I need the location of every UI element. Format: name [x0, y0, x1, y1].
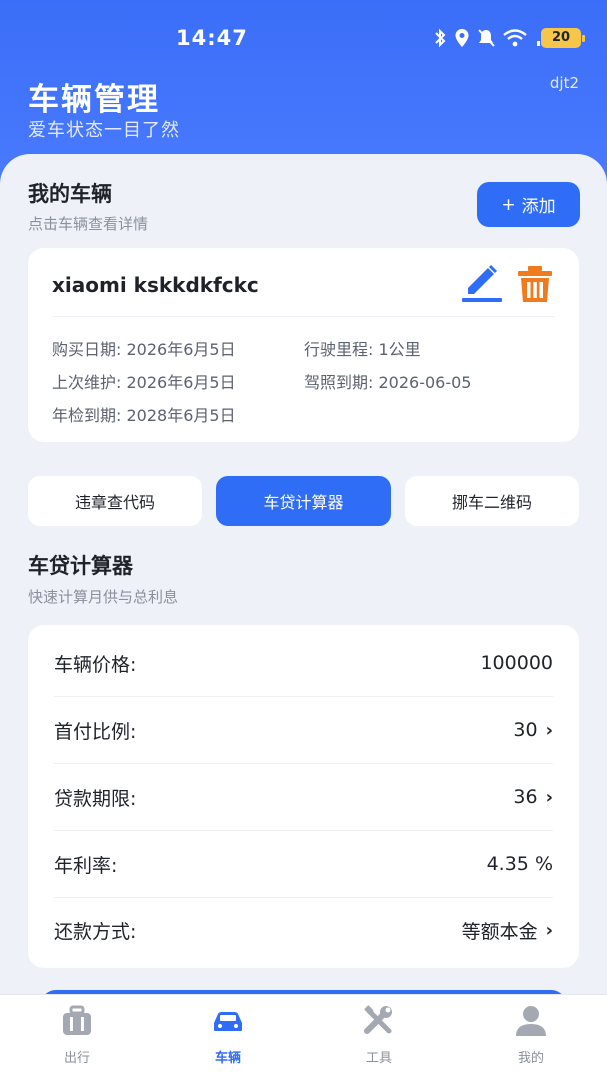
price-value: 100000: [480, 652, 553, 674]
tool-tabs: 违章查代码 车贷计算器 挪车二维码: [28, 476, 579, 526]
tools-icon: [364, 1005, 392, 1034]
wifi-icon: [503, 29, 527, 47]
mute-icon: [478, 29, 495, 47]
vehicle-name: xiaomi kskkdkfckc: [52, 273, 259, 297]
chevron-right-icon: ›: [545, 920, 553, 941]
car-icon: [214, 1012, 242, 1031]
username-label: djt2: [549, 74, 579, 92]
loan-calculator-form: 车辆价格: 100000 首付比例: 30 › 贷款期限: 36 › 年利率: 4.…: [28, 625, 579, 968]
chevron-right-icon: ›: [545, 719, 553, 741]
loan-term-value: 36: [513, 786, 538, 808]
interest-rate-row[interactable]: 年利率: 4.35 %: [54, 831, 553, 898]
down-payment-label: 首付比例:: [54, 720, 137, 743]
location-icon: [455, 29, 469, 47]
license-row: 驾照到期: 2026-06-05: [304, 369, 471, 393]
bottom-nav: 出行 车辆 工具 我的: [0, 994, 607, 1080]
bluetooth-icon: [435, 28, 446, 48]
calculator-title: 车贷计算器: [28, 554, 133, 578]
nav-vehicle[interactable]: 车辆: [178, 1003, 278, 1069]
trash-icon[interactable]: [516, 264, 554, 304]
inspection-value: 2028年6月5日: [126, 406, 236, 425]
chevron-right-icon: ›: [545, 786, 553, 808]
nav-travel-label: 出行: [63, 1051, 90, 1066]
price-label: 车辆价格:: [54, 653, 137, 676]
inspection-label: 年检到期:: [52, 406, 122, 425]
interest-rate-value: 4.35 %: [486, 853, 553, 875]
nav-profile[interactable]: 我的: [481, 1003, 581, 1069]
page-title: 车辆管理: [28, 82, 160, 118]
repayment-method-label: 还款方式:: [54, 921, 137, 943]
status-icons: [433, 28, 557, 48]
purchase-date-row: 购买日期: 2026年6月5日: [52, 336, 236, 360]
loan-term-row[interactable]: 贷款期限: 36 ›: [54, 764, 553, 831]
vehicle-card[interactable]: xiaomi kskkdkfckc 购买日期: 2026年6月5日 行驶里程: …: [28, 248, 579, 442]
repayment-method-value: 等额本金: [461, 921, 538, 943]
my-vehicles-subtitle: 点击车辆查看详情: [28, 215, 149, 233]
add-vehicle-button[interactable]: + 添加: [477, 182, 580, 227]
maintenance-label: 上次维护:: [52, 373, 122, 392]
nav-vehicle-label: 车辆: [214, 1051, 241, 1066]
license-value: 2026-06-05: [378, 373, 472, 392]
loan-term-label: 贷款期限:: [54, 787, 137, 810]
calculator-subtitle: 快速计算月供与总利息: [28, 588, 179, 606]
tab-violation-code[interactable]: 违章查代码: [28, 476, 202, 526]
down-payment-row[interactable]: 首付比例: 30 ›: [54, 697, 553, 764]
add-vehicle-label: 添加: [521, 197, 556, 217]
battery-indicator: 20: [541, 28, 585, 48]
nav-profile-label: 我的: [517, 1051, 544, 1066]
page-subtitle: 爱车状态一目了然: [28, 120, 180, 141]
maintenance-row: 上次维护: 2026年6月5日: [52, 369, 236, 393]
purchase-date-value: 2026年6月5日: [126, 340, 236, 359]
tab-move-car-qrcode[interactable]: 挪车二维码: [405, 476, 579, 526]
interest-rate-label: 年利率:: [54, 854, 118, 877]
inspection-row: 年检到期: 2028年6月5日: [52, 402, 236, 426]
my-vehicles-title: 我的车辆: [28, 182, 112, 206]
purchase-date-label: 购买日期:: [52, 340, 122, 359]
down-payment-value: 30: [513, 719, 538, 741]
plus-icon: +: [501, 194, 516, 215]
repayment-method-row[interactable]: 还款方式: 等额本金 ›: [54, 897, 553, 964]
mileage-label: 行驶里程:: [304, 340, 374, 359]
luggage-icon: [63, 1005, 91, 1035]
price-row[interactable]: 车辆价格: 100000: [54, 630, 553, 697]
edit-icon[interactable]: [460, 264, 504, 304]
card-divider: [52, 316, 555, 317]
tab-loan-calculator[interactable]: 车贷计算器: [216, 476, 391, 526]
nav-travel[interactable]: 出行: [27, 1003, 127, 1069]
nav-tools[interactable]: 工具: [329, 1003, 429, 1069]
maintenance-value: 2026年6月5日: [126, 373, 236, 392]
status-bar: 14:47 20: [0, 22, 607, 54]
user-icon: [516, 1006, 546, 1036]
nav-tools-label: 工具: [365, 1051, 392, 1066]
mileage-row: 行驶里程: 1公里: [304, 336, 421, 360]
mileage-value: 1公里: [378, 340, 421, 359]
license-label: 驾照到期:: [304, 373, 374, 392]
status-time: 14:47: [176, 26, 248, 50]
